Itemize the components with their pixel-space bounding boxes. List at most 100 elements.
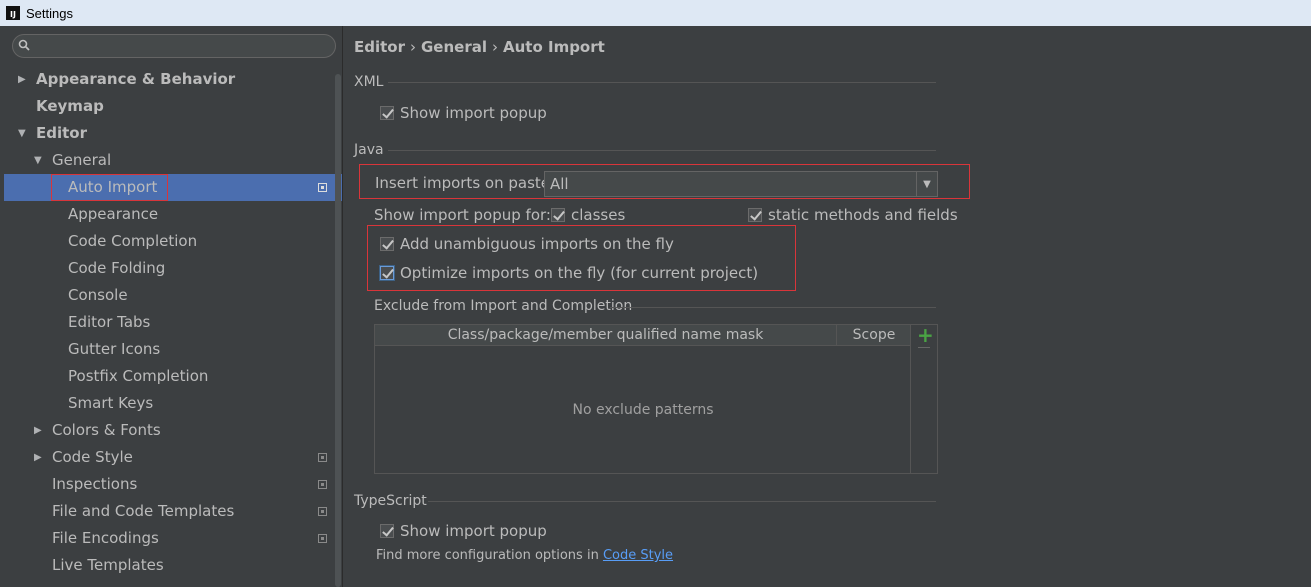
tree-item[interactable]: Auto Import <box>4 174 342 201</box>
popup-for-static-label: static methods and fields <box>768 206 958 224</box>
ts-show-import-popup[interactable]: Show import popup <box>380 522 547 540</box>
insert-imports-on-paste-value: All <box>550 175 569 193</box>
tree-item[interactable]: Gutter Icons <box>4 336 342 363</box>
add-unambiguous-label: Add unambiguous imports on the fly <box>400 235 674 253</box>
remove-icon[interactable] <box>918 347 930 348</box>
code-style-link[interactable]: Code Style <box>603 548 673 563</box>
tree-item[interactable]: File and Code Templates <box>4 498 342 525</box>
sidebar-scrollbar[interactable] <box>335 74 341 587</box>
tree-item[interactable]: ▶ Colors & Fonts <box>4 417 342 444</box>
tree-item-label: Code Folding <box>68 259 166 277</box>
tree-item-label: Code Completion <box>68 232 198 250</box>
show-import-popup-for-label: Show import popup for: <box>374 206 551 224</box>
insert-imports-on-paste-select[interactable]: All ▼ <box>544 171 938 197</box>
tree-item-label: Appearance <box>68 205 159 223</box>
add-unambiguous-imports[interactable]: Add unambiguous imports on the fly <box>380 235 674 253</box>
chevron-down-icon[interactable]: ▼ <box>916 172 937 196</box>
add-icon[interactable]: + <box>917 323 934 347</box>
search-input[interactable] <box>12 34 336 58</box>
ts-show-import-popup-label: Show import popup <box>400 522 547 540</box>
project-settings-icon <box>318 453 327 462</box>
typescript-section-title: TypeScript <box>354 493 427 509</box>
tree-item[interactable]: ▶ Appearance & Behavior <box>4 66 342 93</box>
java-section-title: Java <box>354 142 384 158</box>
popup-for-classes[interactable]: classes <box>551 206 625 224</box>
breadcrumb-separator: › <box>492 38 498 56</box>
breadcrumb-auto-import: Auto Import <box>503 38 605 56</box>
typescript-section-divider <box>428 501 936 502</box>
tree-item-label: File and Code Templates <box>52 502 235 520</box>
tree-item-label: Postfix Completion <box>68 367 209 385</box>
settings-tree: ▶ Appearance & Behavior Keymap ▼ Editor ▼ Gene… <box>4 66 342 579</box>
tree-item[interactable]: Code Completion <box>4 228 342 255</box>
settings-content: Editor › General › Auto Import XML Show impo… <box>344 26 1311 587</box>
breadcrumb-separator: › <box>410 38 416 56</box>
tree-item-label: Live Templates <box>52 556 164 574</box>
tree-item[interactable]: Editor Tabs <box>4 309 342 336</box>
column-header-scope[interactable]: Scope <box>837 325 911 345</box>
project-settings-icon <box>318 534 327 543</box>
popup-for-static-methods[interactable]: static methods and fields <box>748 206 958 224</box>
xml-section-title: XML <box>354 74 384 90</box>
tree-item-label: Appearance & Behavior <box>36 70 236 88</box>
code-style-note: Find more configuration options in Code … <box>376 548 673 563</box>
popup-for-classes-checkbox[interactable] <box>551 208 565 222</box>
java-section-divider <box>388 150 936 151</box>
tree-item-label: Editor Tabs <box>68 313 151 331</box>
optimize-imports-checkbox[interactable] <box>380 266 394 280</box>
chevron-down-icon[interactable]: ▼ <box>18 120 26 147</box>
tree-item[interactable]: Appearance <box>4 201 342 228</box>
xml-show-import-popup-checkbox[interactable] <box>380 106 394 120</box>
selected-item-highlight <box>51 174 168 201</box>
tree-item[interactable]: Keymap <box>4 93 342 120</box>
tree-item[interactable]: Postfix Completion <box>4 363 342 390</box>
settings-sidebar: ▶ Appearance & Behavior Keymap ▼ Editor ▼ Gene… <box>0 26 343 587</box>
tree-item[interactable]: Console <box>4 282 342 309</box>
code-style-note-text: Find more configuration options in <box>376 548 599 563</box>
popup-for-static-checkbox[interactable] <box>748 208 762 222</box>
add-unambiguous-checkbox[interactable] <box>380 237 394 251</box>
tree-item-label: Colors & Fonts <box>52 421 161 439</box>
window-title: Settings <box>26 5 73 21</box>
tree-item[interactable]: Live Templates <box>4 552 342 579</box>
project-settings-icon <box>318 480 327 489</box>
tree-item[interactable]: Code Folding <box>4 255 342 282</box>
tree-item[interactable]: Inspections <box>4 471 342 498</box>
tree-item[interactable]: File Encodings <box>4 525 342 552</box>
column-header-mask[interactable]: Class/package/member qualified name mask <box>375 325 837 345</box>
breadcrumb-general: General <box>421 38 487 56</box>
tree-item-label: Keymap <box>36 97 104 115</box>
tree-item-label: Console <box>68 286 128 304</box>
insert-imports-on-paste-label: Insert imports on paste: <box>375 174 555 192</box>
intellij-app-icon: IJ <box>6 6 20 20</box>
chevron-down-icon[interactable]: ▼ <box>34 147 42 174</box>
tree-item[interactable]: ▼ Editor <box>4 120 342 147</box>
tree-item[interactable]: Smart Keys <box>4 390 342 417</box>
popup-for-classes-label: classes <box>571 206 626 224</box>
chevron-right-icon[interactable]: ▶ <box>18 66 26 93</box>
tree-item-label: File Encodings <box>52 529 159 547</box>
tree-item-label: Code Style <box>52 448 133 466</box>
tree-item-label: Gutter Icons <box>68 340 161 358</box>
tree-item[interactable]: ▶ Code Style <box>4 444 342 471</box>
xml-show-import-popup-label: Show import popup <box>400 104 547 122</box>
ts-show-import-popup-checkbox[interactable] <box>380 524 394 538</box>
project-settings-icon <box>318 507 327 516</box>
chevron-right-icon[interactable]: ▶ <box>34 417 42 444</box>
exclude-section-divider <box>610 307 936 308</box>
optimize-imports-on-fly[interactable]: Optimize imports on the fly (for current… <box>380 264 758 282</box>
exclude-table-toolbar: + <box>910 323 937 473</box>
breadcrumb-editor: Editor <box>354 38 405 56</box>
exclude-table: Class/package/member qualified name mask… <box>374 323 938 474</box>
tree-item[interactable]: ▼ General <box>4 147 342 174</box>
tree-item-label: Editor <box>36 124 87 142</box>
chevron-right-icon[interactable]: ▶ <box>34 444 42 471</box>
tree-item-label: Inspections <box>52 475 138 493</box>
insert-imports-on-paste-text: Insert imports on paste: <box>375 174 556 192</box>
xml-show-import-popup[interactable]: Show import popup <box>380 104 547 122</box>
exclude-table-header: Class/package/member qualified name mask… <box>375 325 911 346</box>
project-settings-icon <box>318 183 327 192</box>
exclude-section-title: Exclude from Import and Completion <box>374 298 633 314</box>
tree-item-label: Smart Keys <box>68 394 154 412</box>
tree-item-label: General <box>52 151 112 169</box>
